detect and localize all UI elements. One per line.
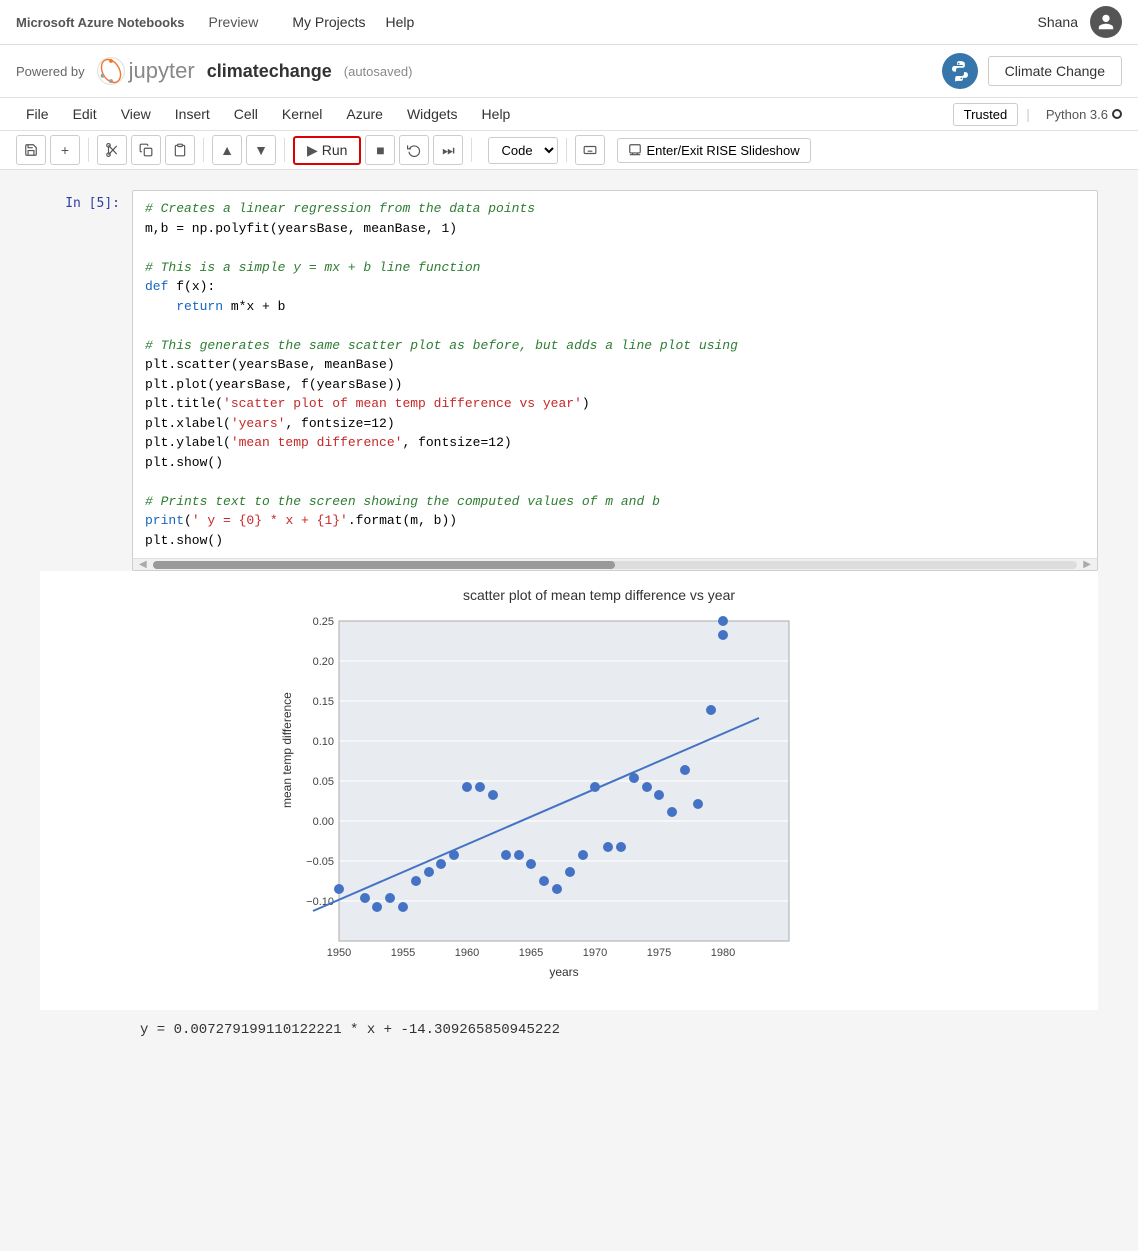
python-badge <box>942 53 978 89</box>
notebook-header: Powered by jupyter climatechange (autosa… <box>0 45 1138 98</box>
stop-button[interactable]: ■ <box>365 135 395 165</box>
cut-button[interactable] <box>97 135 127 165</box>
jupyter-icon <box>97 57 125 85</box>
jupyter-logo: jupyter <box>97 57 195 85</box>
topbar: Microsoft Azure Notebooks Preview My Pro… <box>0 0 1138 45</box>
move-up-button[interactable]: ▲ <box>212 135 242 165</box>
svg-text:1970: 1970 <box>583 947 607 959</box>
toolbar: + ▲ ▼ ▶ Run ■ ⏭ Code Enter/Exit RISE Sli… <box>0 131 1138 170</box>
powered-by: Powered by <box>16 64 85 79</box>
copy-button[interactable] <box>131 135 161 165</box>
toolbar-sep4 <box>471 138 472 162</box>
svg-text:−0.05: −0.05 <box>306 856 334 868</box>
scroll-thumb <box>153 561 615 569</box>
scroll-left-arrow[interactable]: ◀ <box>135 559 151 570</box>
cell-prompt: In [5]: <box>40 190 120 571</box>
y-axis-label: mean temp difference <box>280 692 294 808</box>
trusted-button[interactable]: Trusted <box>953 103 1019 126</box>
notebook-body: In [5]: # Creates a linear regression fr… <box>0 170 1138 1070</box>
svg-text:0.20: 0.20 <box>313 656 334 668</box>
svg-text:1975: 1975 <box>647 947 671 959</box>
svg-text:0.10: 0.10 <box>313 736 334 748</box>
topbar-right: Shana <box>1038 6 1122 38</box>
svg-text:0.15: 0.15 <box>313 696 334 708</box>
user-avatar[interactable] <box>1090 6 1122 38</box>
output-area: scatter plot of mean temp difference vs … <box>40 571 1098 1010</box>
menu-azure[interactable]: Azure <box>336 102 393 126</box>
code-cell: In [5]: # Creates a linear regression fr… <box>40 190 1098 571</box>
svg-text:0.05: 0.05 <box>313 776 334 788</box>
toolbar-sep2 <box>203 138 204 162</box>
keyboard-shortcuts-button[interactable] <box>575 135 605 165</box>
code-scrollbar[interactable]: ◀ ▶ <box>133 558 1097 570</box>
svg-text:1950: 1950 <box>327 947 351 959</box>
notebook-name: climatechange <box>207 61 332 82</box>
chart-title: scatter plot of mean temp difference vs … <box>279 587 919 603</box>
kernel-status-dot <box>1112 109 1122 119</box>
add-cell-button[interactable]: + <box>50 135 80 165</box>
scroll-track[interactable] <box>153 561 1078 569</box>
output-equation: y = 0.007279199110122221 * x + -14.30926… <box>40 1010 1098 1050</box>
menubar: File Edit View Insert Cell Kernel Azure … <box>0 98 1138 131</box>
menu-help[interactable]: Help <box>472 102 521 126</box>
svg-text:1980: 1980 <box>711 947 735 959</box>
svg-text:1955: 1955 <box>391 947 415 959</box>
move-down-button[interactable]: ▼ <box>246 135 276 165</box>
rise-slideshow-button[interactable]: Enter/Exit RISE Slideshow <box>617 138 810 163</box>
menu-file[interactable]: File <box>16 102 59 126</box>
cell-type-select[interactable]: Code <box>488 137 558 164</box>
fast-forward-button[interactable]: ⏭ <box>433 135 463 165</box>
svg-text:0.25: 0.25 <box>313 616 334 628</box>
cell-content[interactable]: # Creates a linear regression from the d… <box>132 190 1098 571</box>
chart-container: scatter plot of mean temp difference vs … <box>279 587 919 994</box>
username: Shana <box>1038 14 1078 30</box>
menu-view[interactable]: View <box>111 102 161 126</box>
svg-text:−0.10: −0.10 <box>306 896 334 908</box>
chart-svg: 0.25 0.20 0.15 0.10 0.05 0.00 −0.05 −0.1… <box>279 611 819 991</box>
save-button[interactable] <box>16 135 46 165</box>
toolbar-sep5 <box>566 138 567 162</box>
topbar-links: My Projects Help <box>292 14 414 30</box>
scroll-right-arrow[interactable]: ▶ <box>1079 559 1095 570</box>
toolbar-sep3 <box>284 138 285 162</box>
help-link[interactable]: Help <box>385 14 414 30</box>
menu-widgets[interactable]: Widgets <box>397 102 468 126</box>
brand-text: Microsoft Azure Notebooks <box>16 15 185 30</box>
notebook-autosaved: (autosaved) <box>344 64 413 79</box>
menu-kernel[interactable]: Kernel <box>272 102 332 126</box>
svg-text:years: years <box>549 965 578 979</box>
menu-insert[interactable]: Insert <box>165 102 220 126</box>
toolbar-sep1 <box>88 138 89 162</box>
menu-sep: | <box>1026 106 1030 122</box>
my-projects-link[interactable]: My Projects <box>292 14 365 30</box>
python-version: Python 3.6 <box>1046 107 1122 122</box>
preview-label: Preview <box>209 14 259 30</box>
menu-edit[interactable]: Edit <box>63 102 107 126</box>
code-area: # Creates a linear regression from the d… <box>133 191 1097 558</box>
run-button[interactable]: ▶ Run <box>293 136 361 165</box>
paste-button[interactable] <box>165 135 195 165</box>
climate-change-button[interactable]: Climate Change <box>988 56 1122 86</box>
menu-cell[interactable]: Cell <box>224 102 268 126</box>
restart-button[interactable] <box>399 135 429 165</box>
svg-text:1965: 1965 <box>519 947 543 959</box>
svg-text:1960: 1960 <box>455 947 479 959</box>
svg-text:0.00: 0.00 <box>313 816 334 828</box>
python-icon <box>949 60 971 82</box>
